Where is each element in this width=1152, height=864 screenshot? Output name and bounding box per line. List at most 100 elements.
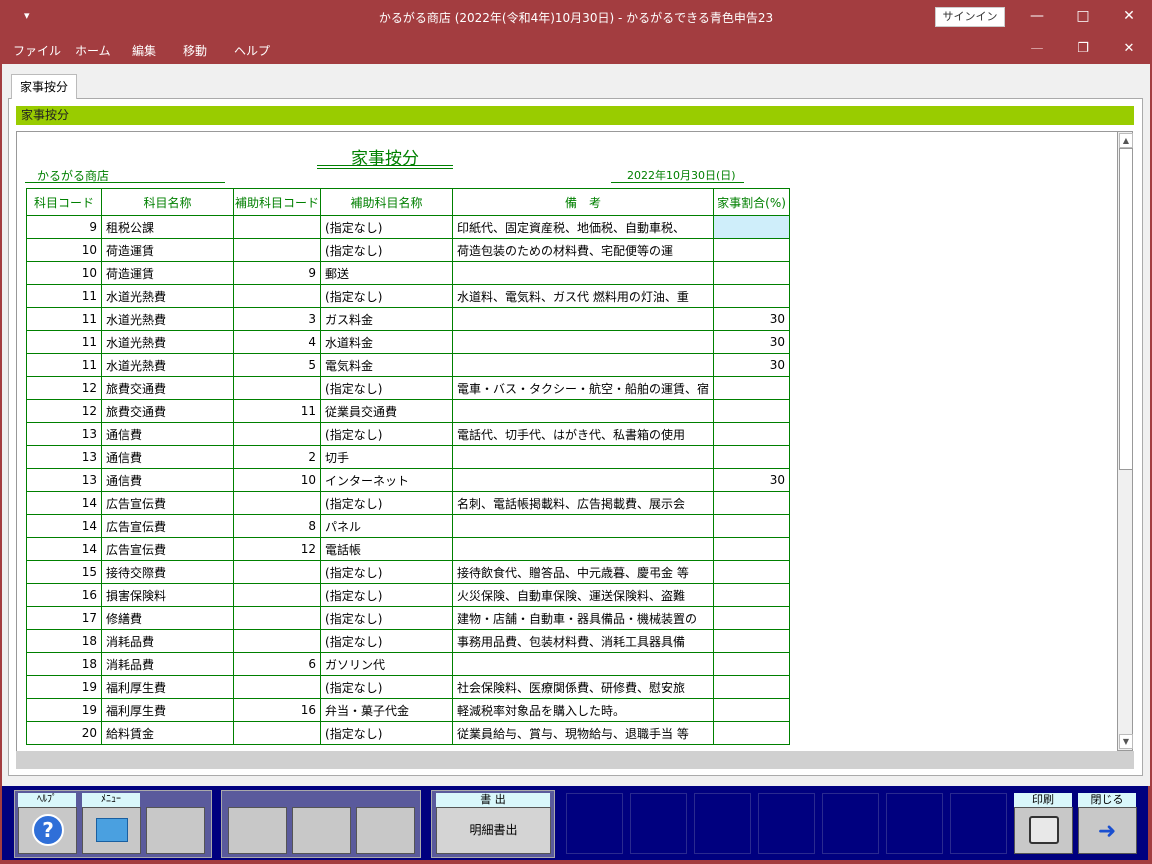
empty-button: [292, 807, 351, 854]
print-button[interactable]: [1014, 807, 1073, 854]
mdi-restore-icon[interactable]: ❐: [1060, 34, 1106, 64]
cell-household-ratio[interactable]: [713, 652, 791, 676]
cell-household-ratio[interactable]: [713, 721, 791, 745]
report-footer-bar: [16, 751, 1134, 769]
cell-household-ratio[interactable]: [713, 629, 791, 653]
cell-note: 接待飲食代、贈答品、中元歳暮、慶弔金 等: [452, 560, 715, 584]
cell-household-ratio[interactable]: [713, 606, 791, 630]
cell-household-ratio[interactable]: 30: [713, 330, 791, 354]
cell-account-code: 10: [26, 238, 102, 262]
menu-edit[interactable]: 編集: [132, 42, 156, 59]
cell-household-ratio[interactable]: [713, 560, 791, 584]
cell-household-ratio[interactable]: [713, 583, 791, 607]
signin-button[interactable]: サインイン: [935, 7, 1005, 27]
menu-help[interactable]: ヘルプ: [234, 42, 270, 59]
cell-account-name: 修繕費: [101, 606, 234, 630]
table-row[interactable]: 10 荷造運賃 (指定なし) 荷造包装のための材料費、宅配便等の運: [26, 238, 791, 262]
cell-household-ratio[interactable]: [713, 215, 791, 239]
detail-output-button[interactable]: 明細書出: [436, 807, 551, 854]
close-button[interactable]: ➜: [1078, 807, 1137, 854]
cell-sub-name: (指定なし): [320, 491, 454, 515]
cell-account-name: 通信費: [101, 445, 234, 469]
cell-account-code: 11: [26, 307, 102, 331]
maximize-icon[interactable]: □: [1060, 0, 1106, 34]
col-header-sub-code: 補助科目コード: [232, 188, 322, 216]
table-row[interactable]: 12 旅費交通費 11 従業員交通費: [26, 399, 791, 423]
table-row[interactable]: 18 消耗品費 (指定なし) 事務用品費、包装材料費、消耗工具器具備: [26, 629, 791, 653]
vertical-scrollbar[interactable]: ▲ ▼: [1117, 131, 1133, 751]
cell-sub-code: 3: [232, 307, 322, 331]
cell-household-ratio[interactable]: [713, 376, 791, 400]
table-row[interactable]: 20 給料賃金 (指定なし) 従業員給与、賞与、現物給与、退職手当 等: [26, 721, 791, 745]
menu-home[interactable]: ホーム: [75, 42, 111, 59]
mdi-close-icon[interactable]: ✕: [1106, 34, 1152, 64]
toolbar-slot: [694, 793, 751, 854]
table-row[interactable]: 18 消耗品費 6 ガソリン代: [26, 652, 791, 676]
menu-file[interactable]: ファイル: [13, 42, 61, 59]
table-row[interactable]: 13 通信費 2 切手: [26, 445, 791, 469]
col-header-sub-name: 補助科目名称: [320, 188, 454, 216]
cell-note: 荷造包装のための材料費、宅配便等の運: [452, 238, 715, 262]
minimize-icon[interactable]: —: [1014, 0, 1060, 34]
table-row[interactable]: 13 通信費 10 インターネット 30: [26, 468, 791, 492]
cell-household-ratio[interactable]: [713, 491, 791, 515]
table-row[interactable]: 11 水道光熱費 3 ガス料金 30: [26, 307, 791, 331]
cell-account-code: 17: [26, 606, 102, 630]
menu-button[interactable]: [82, 807, 141, 854]
tab-kaji-anbun[interactable]: 家事按分: [11, 74, 77, 99]
table-row[interactable]: 15 接待交際費 (指定なし) 接待飲食代、贈答品、中元歳暮、慶弔金 等: [26, 560, 791, 584]
cell-household-ratio[interactable]: 30: [713, 353, 791, 377]
table-row[interactable]: 14 広告宣伝費 12 電話帳: [26, 537, 791, 561]
cell-sub-name: (指定なし): [320, 284, 454, 308]
cell-sub-code: [232, 675, 322, 699]
cell-household-ratio[interactable]: [713, 445, 791, 469]
help-button[interactable]: ?: [18, 807, 77, 854]
cell-sub-code: [232, 284, 322, 308]
table-row[interactable]: 14 広告宣伝費 (指定なし) 名刺、電話帳掲載料、広告掲載費、展示会: [26, 491, 791, 515]
cell-account-code: 13: [26, 468, 102, 492]
cell-household-ratio[interactable]: [713, 675, 791, 699]
table-row[interactable]: 14 広告宣伝費 8 パネル: [26, 514, 791, 538]
close-icon[interactable]: ✕: [1106, 0, 1152, 34]
table-row[interactable]: 19 福利厚生費 16 弁当・菓子代金 軽減税率対象品を購入した時。: [26, 698, 791, 722]
cell-household-ratio[interactable]: [713, 261, 791, 285]
cell-household-ratio[interactable]: [713, 422, 791, 446]
cell-account-name: 水道光熱費: [101, 284, 234, 308]
table-row[interactable]: 19 福利厚生費 (指定なし) 社会保険料、医療関係費、研修費、慰安旅: [26, 675, 791, 699]
section-header: 家事按分: [16, 106, 1134, 125]
menu-move[interactable]: 移動: [183, 42, 207, 59]
cell-household-ratio[interactable]: [713, 238, 791, 262]
cell-account-name: 広告宣伝費: [101, 514, 234, 538]
cell-account-name: 水道光熱費: [101, 307, 234, 331]
printer-icon: [1029, 816, 1059, 844]
cell-household-ratio[interactable]: 30: [713, 307, 791, 331]
scroll-up-icon[interactable]: ▲: [1119, 133, 1133, 148]
table-row[interactable]: 13 通信費 (指定なし) 電話代、切手代、はがき代、私書箱の使用: [26, 422, 791, 446]
mdi-minimize-icon[interactable]: —: [1014, 34, 1060, 64]
cell-sub-name: パネル: [320, 514, 454, 538]
table-row[interactable]: 16 損害保険料 (指定なし) 火災保険、自動車保険、運送保険料、盗難: [26, 583, 791, 607]
table-row[interactable]: 11 水道光熱費 4 水道料金 30: [26, 330, 791, 354]
cell-household-ratio[interactable]: [713, 284, 791, 308]
toolbar-slot: [758, 793, 815, 854]
cell-account-name: 通信費: [101, 468, 234, 492]
table-row[interactable]: 11 水道光熱費 (指定なし) 水道料、電気料、ガス代 燃料用の灯油、重: [26, 284, 791, 308]
table-row[interactable]: 12 旅費交通費 (指定なし) 電車・バス・タクシー・航空・船舶の運賃、宿: [26, 376, 791, 400]
table-row[interactable]: 10 荷造運賃 9 郵送: [26, 261, 791, 285]
cell-household-ratio[interactable]: 30: [713, 468, 791, 492]
cell-note: 名刺、電話帳掲載料、広告掲載費、展示会: [452, 491, 715, 515]
table-row[interactable]: 17 修繕費 (指定なし) 建物・店舗・自動車・器具備品・機械装置の: [26, 606, 791, 630]
cell-household-ratio[interactable]: [713, 399, 791, 423]
cell-sub-code: 8: [232, 514, 322, 538]
cell-note: [452, 514, 715, 538]
scroll-thumb[interactable]: [1119, 148, 1133, 470]
cell-household-ratio[interactable]: [713, 514, 791, 538]
scroll-down-icon[interactable]: ▼: [1119, 734, 1133, 749]
allocation-table: 科目コード 科目名称 補助科目コード 補助科目名称 備 考 家事割合(%) 9租…: [26, 188, 791, 745]
table-row[interactable]: 9 租税公課 (指定なし) 印紙代、固定資産税、地価税、自動車税、: [26, 215, 791, 239]
cell-household-ratio[interactable]: [713, 537, 791, 561]
cell-household-ratio[interactable]: [713, 698, 791, 722]
cell-account-name: 福利厚生費: [101, 675, 234, 699]
table-row[interactable]: 11 水道光熱費 5 電気料金 30: [26, 353, 791, 377]
cell-sub-name: (指定なし): [320, 560, 454, 584]
